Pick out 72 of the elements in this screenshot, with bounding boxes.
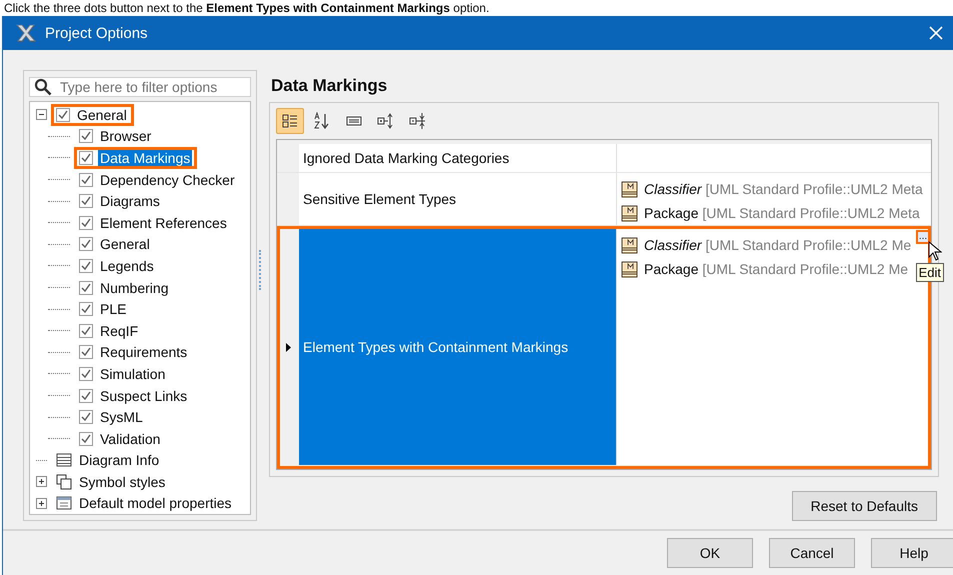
checkbox[interactable] bbox=[79, 410, 93, 424]
tooltip: Edit bbox=[916, 263, 944, 282]
page-heading: Data Markings bbox=[270, 75, 388, 97]
edit-button[interactable]: ... bbox=[916, 230, 930, 244]
tree-item[interactable]: Suspect Links bbox=[98, 388, 190, 404]
dialog-button[interactable]: Help bbox=[871, 538, 953, 568]
tree-item[interactable]: Validation bbox=[98, 430, 162, 447]
checkbox[interactable] bbox=[79, 150, 93, 165]
copies-icon bbox=[56, 474, 72, 490]
table-icon bbox=[56, 496, 72, 510]
checkbox[interactable] bbox=[79, 324, 93, 338]
checkbox[interactable] bbox=[79, 237, 93, 252]
tree-toggle-icon[interactable] bbox=[36, 476, 47, 488]
property-value[interactable]: Classifier [UML Standard Profile::UML2 Meta Package [UML Standard Profile::UML2 Meta bbox=[617, 173, 931, 225]
row-pointer-icon bbox=[286, 342, 290, 352]
window-title: Project Options bbox=[45, 24, 149, 42]
checkbox[interactable] bbox=[79, 302, 93, 316]
checkbox[interactable] bbox=[79, 366, 93, 381]
tree-item[interactable]: Data Markings bbox=[98, 150, 192, 166]
tree-item[interactable]: SysML bbox=[98, 409, 145, 426]
tree-item[interactable]: Simulation bbox=[98, 366, 168, 382]
filter-field[interactable]: Type here to filter options bbox=[29, 77, 251, 97]
tree-toggle-icon[interactable] bbox=[36, 109, 47, 120]
search-icon bbox=[34, 78, 52, 96]
checkbox[interactable] bbox=[79, 432, 93, 446]
property-name[interactable]: Element Types with Containment Markings bbox=[299, 229, 617, 465]
checkbox[interactable] bbox=[79, 345, 93, 360]
tree-item[interactable]: Symbol styles bbox=[77, 474, 168, 490]
reset-button[interactable]: Reset to Defaults bbox=[792, 491, 937, 521]
tree-item[interactable]: Dependency Checker bbox=[98, 172, 237, 188]
checkbox[interactable] bbox=[56, 108, 70, 122]
expand-icon bbox=[377, 112, 395, 130]
list-icon bbox=[56, 453, 72, 468]
property-name[interactable]: Sensitive Element Types bbox=[299, 173, 617, 225]
checkbox[interactable] bbox=[79, 216, 93, 230]
metaclass-icon bbox=[621, 236, 638, 254]
checkbox[interactable] bbox=[79, 388, 93, 403]
tree-item[interactable]: Diagrams bbox=[98, 193, 162, 210]
tree-item[interactable]: Requirements bbox=[98, 344, 190, 360]
element-type: Classifier [UML Standard Profile::UML2 Me bbox=[644, 237, 912, 253]
metaclass-icon bbox=[621, 204, 638, 222]
tree-item[interactable]: Element References bbox=[98, 214, 229, 231]
checkbox[interactable] bbox=[79, 172, 93, 187]
checkbox[interactable] bbox=[79, 280, 93, 295]
tree-item[interactable]: Diagram Info bbox=[77, 452, 162, 468]
collapse-icon bbox=[409, 112, 427, 130]
toolbar-button[interactable] bbox=[276, 108, 304, 134]
tree-item[interactable]: ReqIF bbox=[98, 322, 140, 339]
tree-item[interactable]: Browser bbox=[98, 128, 154, 144]
tree-item[interactable]: Numbering bbox=[98, 280, 170, 296]
property-name[interactable]: Ignored Data Marking Categories bbox=[299, 144, 617, 172]
dialog-button[interactable]: Cancel bbox=[769, 538, 855, 568]
element-type: Classifier [UML Standard Profile::UML2 Meta bbox=[644, 181, 923, 197]
element-type: Package [UML Standard Profile::UML2 Meta bbox=[644, 205, 920, 221]
instruction-text: Click the three dots button next to the Element Types with Containment Markings option. bbox=[3, 0, 490, 16]
checkbox[interactable] bbox=[79, 129, 93, 144]
metaclass-icon bbox=[621, 260, 638, 278]
metaclass-icon bbox=[621, 180, 638, 198]
checkbox[interactable] bbox=[79, 258, 93, 273]
list-icon bbox=[346, 115, 362, 127]
app-logo-icon bbox=[15, 23, 37, 43]
dialog-button[interactable]: OK bbox=[667, 538, 753, 568]
element-type: Package [UML Standard Profile::UML2 Me bbox=[644, 261, 908, 277]
tree-item[interactable]: General bbox=[98, 236, 152, 252]
tree-item[interactable]: Default model properties bbox=[77, 495, 234, 512]
tree-item[interactable]: Legends bbox=[98, 258, 156, 274]
tree-item[interactable]: PLE bbox=[98, 301, 128, 318]
close-icon[interactable] bbox=[929, 26, 943, 40]
checkbox[interactable] bbox=[79, 194, 93, 208]
grid-list-icon bbox=[282, 113, 298, 129]
tree-toggle-icon[interactable] bbox=[36, 498, 47, 509]
sort-icon bbox=[314, 112, 330, 130]
